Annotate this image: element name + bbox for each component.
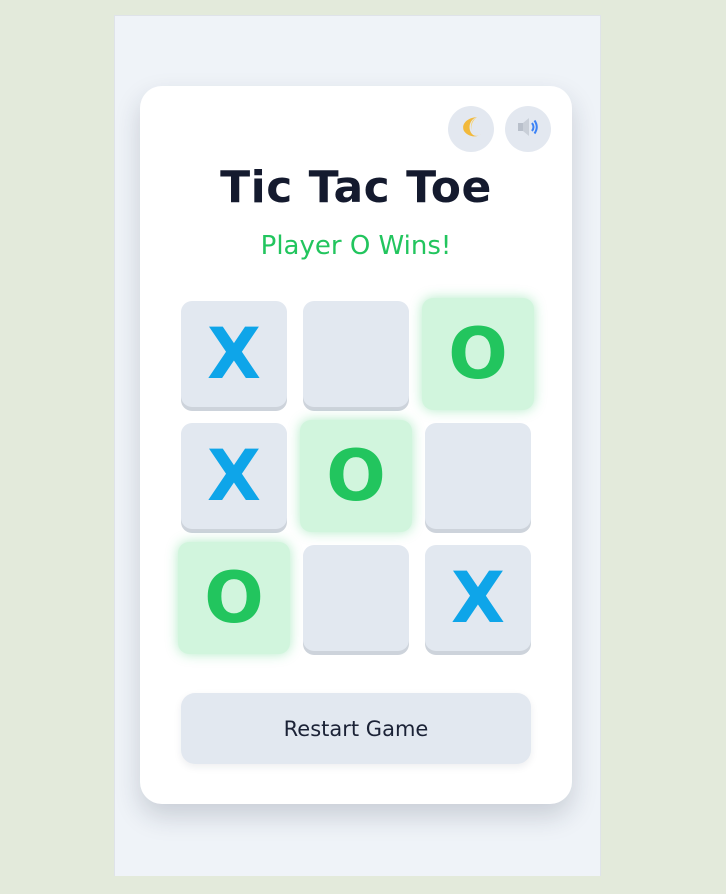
sound-toggle-button[interactable] (505, 106, 551, 152)
game-title: Tic Tac Toe (220, 162, 492, 213)
board-cell-8[interactable] (303, 545, 409, 651)
theme-toggle-button[interactable] (448, 106, 494, 152)
board-cell-5[interactable]: O (300, 420, 412, 532)
crescent-moon-icon (458, 114, 484, 144)
board-cell-6[interactable] (425, 423, 531, 529)
board-cell-3[interactable]: O (422, 298, 534, 410)
restart-button[interactable]: Restart Game (181, 693, 531, 764)
board-cell-9[interactable]: X (425, 545, 531, 651)
board-cell-4[interactable]: X (181, 423, 287, 529)
board-cell-1[interactable]: X (181, 301, 287, 407)
speaker-icon (515, 114, 541, 144)
game-board: X O X O O X (178, 298, 534, 654)
board-cell-2[interactable] (303, 301, 409, 407)
game-card: Tic Tac Toe Player O Wins! X O X O O X R… (140, 86, 572, 804)
board-cell-7[interactable]: O (178, 542, 290, 654)
game-status: Player O Wins! (260, 231, 452, 261)
